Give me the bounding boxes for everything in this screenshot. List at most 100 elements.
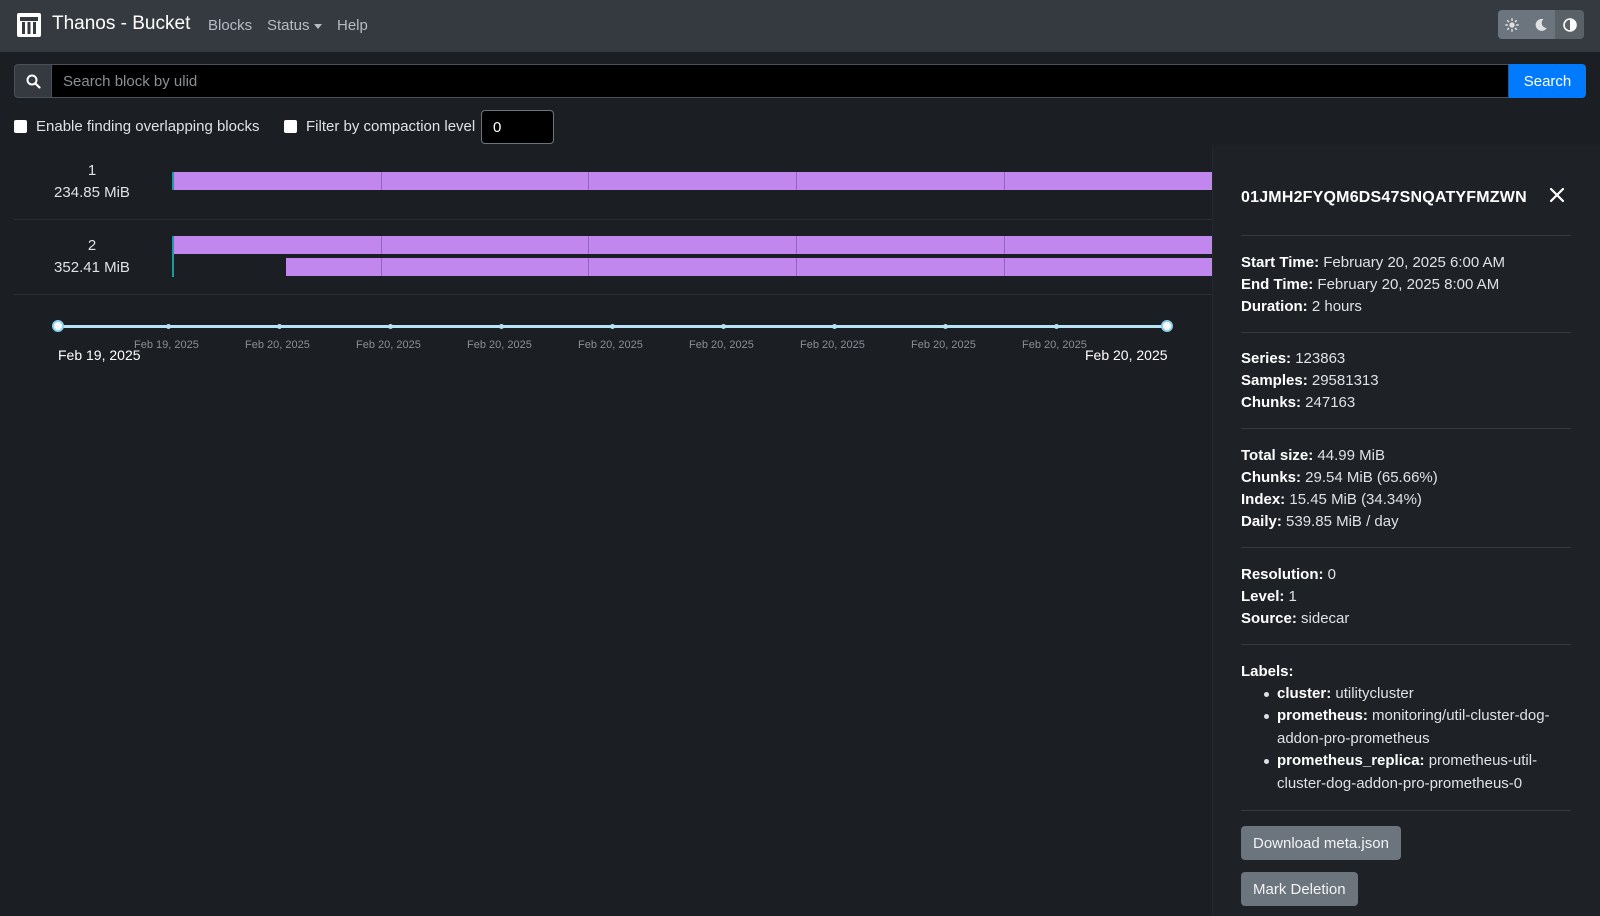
source-key: Source: xyxy=(1241,610,1297,627)
search-button[interactable]: Search xyxy=(1509,64,1586,98)
compaction-level-input[interactable] xyxy=(481,110,554,144)
samples-value: 29581313 xyxy=(1311,372,1379,389)
timeline-tick xyxy=(166,324,171,329)
samples-key: Samples: xyxy=(1241,372,1308,389)
timeline-end-label: Feb 20, 2025 xyxy=(1085,347,1168,363)
source-line: Source: sidecar xyxy=(1241,610,1349,627)
chunks-count-key: Chunks: xyxy=(1241,394,1301,411)
section-divider xyxy=(1241,810,1571,811)
chunks-count-line: Chunks: 247163 xyxy=(1241,394,1355,411)
row-size: 352.41 MiB xyxy=(54,259,130,276)
end-time-key: End Time: xyxy=(1241,276,1314,293)
sun-icon xyxy=(1505,17,1520,32)
download-meta-button[interactable]: Download meta.json xyxy=(1241,826,1401,860)
series-line: Series: 123863 xyxy=(1241,350,1345,367)
series-key: Series: xyxy=(1241,350,1292,367)
total-size-key: Total size: xyxy=(1241,447,1314,464)
thanos-logo-icon[interactable] xyxy=(17,13,41,37)
nav-status-label: Status xyxy=(267,17,310,34)
start-time-line: Start Time: February 20, 2025 6:00 AM xyxy=(1241,254,1505,271)
timeline-tick-label: Feb 20, 2025 xyxy=(1022,339,1087,351)
duration-value: 2 hours xyxy=(1311,298,1362,315)
chunks-size-key: Chunks: xyxy=(1241,469,1301,486)
block-divider xyxy=(588,236,589,254)
label-key: prometheus_replica: xyxy=(1277,752,1425,770)
index-size-value: 15.45 MiB (34.34%) xyxy=(1289,491,1422,508)
resolution-value: 0 xyxy=(1327,566,1337,583)
chunks-size-value: 29.54 MiB (65.66%) xyxy=(1305,469,1438,486)
section-divider xyxy=(1241,332,1571,333)
timeline-tick-label: Feb 20, 2025 xyxy=(578,339,643,351)
labels-heading: Labels: xyxy=(1241,663,1294,680)
overlap-checkbox[interactable] xyxy=(14,120,27,133)
block-bar[interactable] xyxy=(174,172,1212,190)
samples-line: Samples: 29581313 xyxy=(1241,372,1379,389)
timeline-tick xyxy=(388,324,393,329)
level-value: 1 xyxy=(1288,588,1297,605)
auto-theme-button[interactable] xyxy=(1555,10,1585,39)
nav-blocks[interactable]: Blocks xyxy=(208,17,252,34)
daily-size-value: 539.85 MiB / day xyxy=(1286,513,1399,530)
mark-deletion-button[interactable]: Mark Deletion xyxy=(1241,872,1358,906)
timeline-tick-label: Feb 20, 2025 xyxy=(689,339,754,351)
block-divider xyxy=(588,258,589,276)
index-size-key: Index: xyxy=(1241,491,1286,508)
start-time-key: Start Time: xyxy=(1241,254,1320,271)
brand-title[interactable]: Thanos - Bucket xyxy=(52,13,190,35)
compaction-label: Filter by compaction level xyxy=(306,118,476,135)
start-time-value: February 20, 2025 6:00 AM xyxy=(1323,254,1506,271)
compaction-checkbox[interactable] xyxy=(284,120,297,133)
nav-status-dropdown[interactable]: Status xyxy=(267,17,322,34)
block-divider xyxy=(1004,172,1005,190)
nav-help[interactable]: Help xyxy=(337,17,368,34)
timeline-tick-label: Feb 20, 2025 xyxy=(911,339,976,351)
theme-toggle-group xyxy=(1498,10,1585,39)
row-level: 1 xyxy=(87,162,97,179)
end-time-value: February 20, 2025 8:00 AM xyxy=(1317,276,1500,293)
block-divider xyxy=(381,172,382,190)
close-icon[interactable] xyxy=(1547,185,1567,205)
row-level: 2 xyxy=(87,237,97,254)
timeline-tick xyxy=(832,324,837,329)
resolution-key: Resolution: xyxy=(1241,566,1324,583)
row-size: 234.85 MiB xyxy=(54,184,130,201)
timeline-tick-label: Feb 20, 2025 xyxy=(800,339,865,351)
light-theme-button[interactable] xyxy=(1498,10,1527,39)
labels-title: Labels: xyxy=(1241,663,1294,680)
list-item: prometheus_replica: prometheus-util-clus… xyxy=(1264,750,1577,795)
labels-list: cluster: utilitycluster prometheus: moni… xyxy=(1264,683,1577,795)
contrast-icon xyxy=(1562,17,1577,32)
block-detail-panel: 01JMH2FYQM6DS47SNQATYFMZWN Start Time: F… xyxy=(1212,145,1600,916)
timeline-tick-label: Feb 20, 2025 xyxy=(356,339,421,351)
block-divider xyxy=(588,172,589,190)
list-item: prometheus: monitoring/util-cluster-dog-… xyxy=(1264,705,1577,750)
block-divider xyxy=(796,172,797,190)
timeline-tick xyxy=(277,324,282,329)
row-divider xyxy=(14,294,1212,295)
timeline-tick xyxy=(721,324,726,329)
search-input[interactable] xyxy=(51,64,1509,98)
block-divider xyxy=(381,258,382,276)
section-divider xyxy=(1241,428,1571,429)
timeline-end-handle[interactable] xyxy=(1161,320,1173,332)
dark-theme-button[interactable] xyxy=(1527,10,1556,39)
timeline-tick xyxy=(499,324,504,329)
section-divider xyxy=(1241,235,1571,236)
label-key: prometheus: xyxy=(1277,707,1368,725)
level-line: Level: 1 xyxy=(1241,588,1297,605)
row-divider xyxy=(14,219,1212,220)
timeline-start-handle[interactable] xyxy=(52,320,64,332)
block-bar[interactable] xyxy=(174,236,1212,254)
daily-size-key: Daily: xyxy=(1241,513,1282,530)
duration-line: Duration: 2 hours xyxy=(1241,298,1362,315)
total-size-line: Total size: 44.99 MiB xyxy=(1241,447,1385,464)
duration-key: Duration: xyxy=(1241,298,1308,315)
label-value: utilitycluster xyxy=(1335,685,1414,702)
block-bar[interactable] xyxy=(286,258,1212,276)
timeline-tick xyxy=(610,324,615,329)
daily-size-line: Daily: 539.85 MiB / day xyxy=(1241,513,1399,530)
block-ulid-title: 01JMH2FYQM6DS47SNQATYFMZWN xyxy=(1241,189,1527,206)
chevron-down-icon xyxy=(313,23,322,29)
timeline-tick xyxy=(943,324,948,329)
search-icon-addon xyxy=(14,64,51,98)
